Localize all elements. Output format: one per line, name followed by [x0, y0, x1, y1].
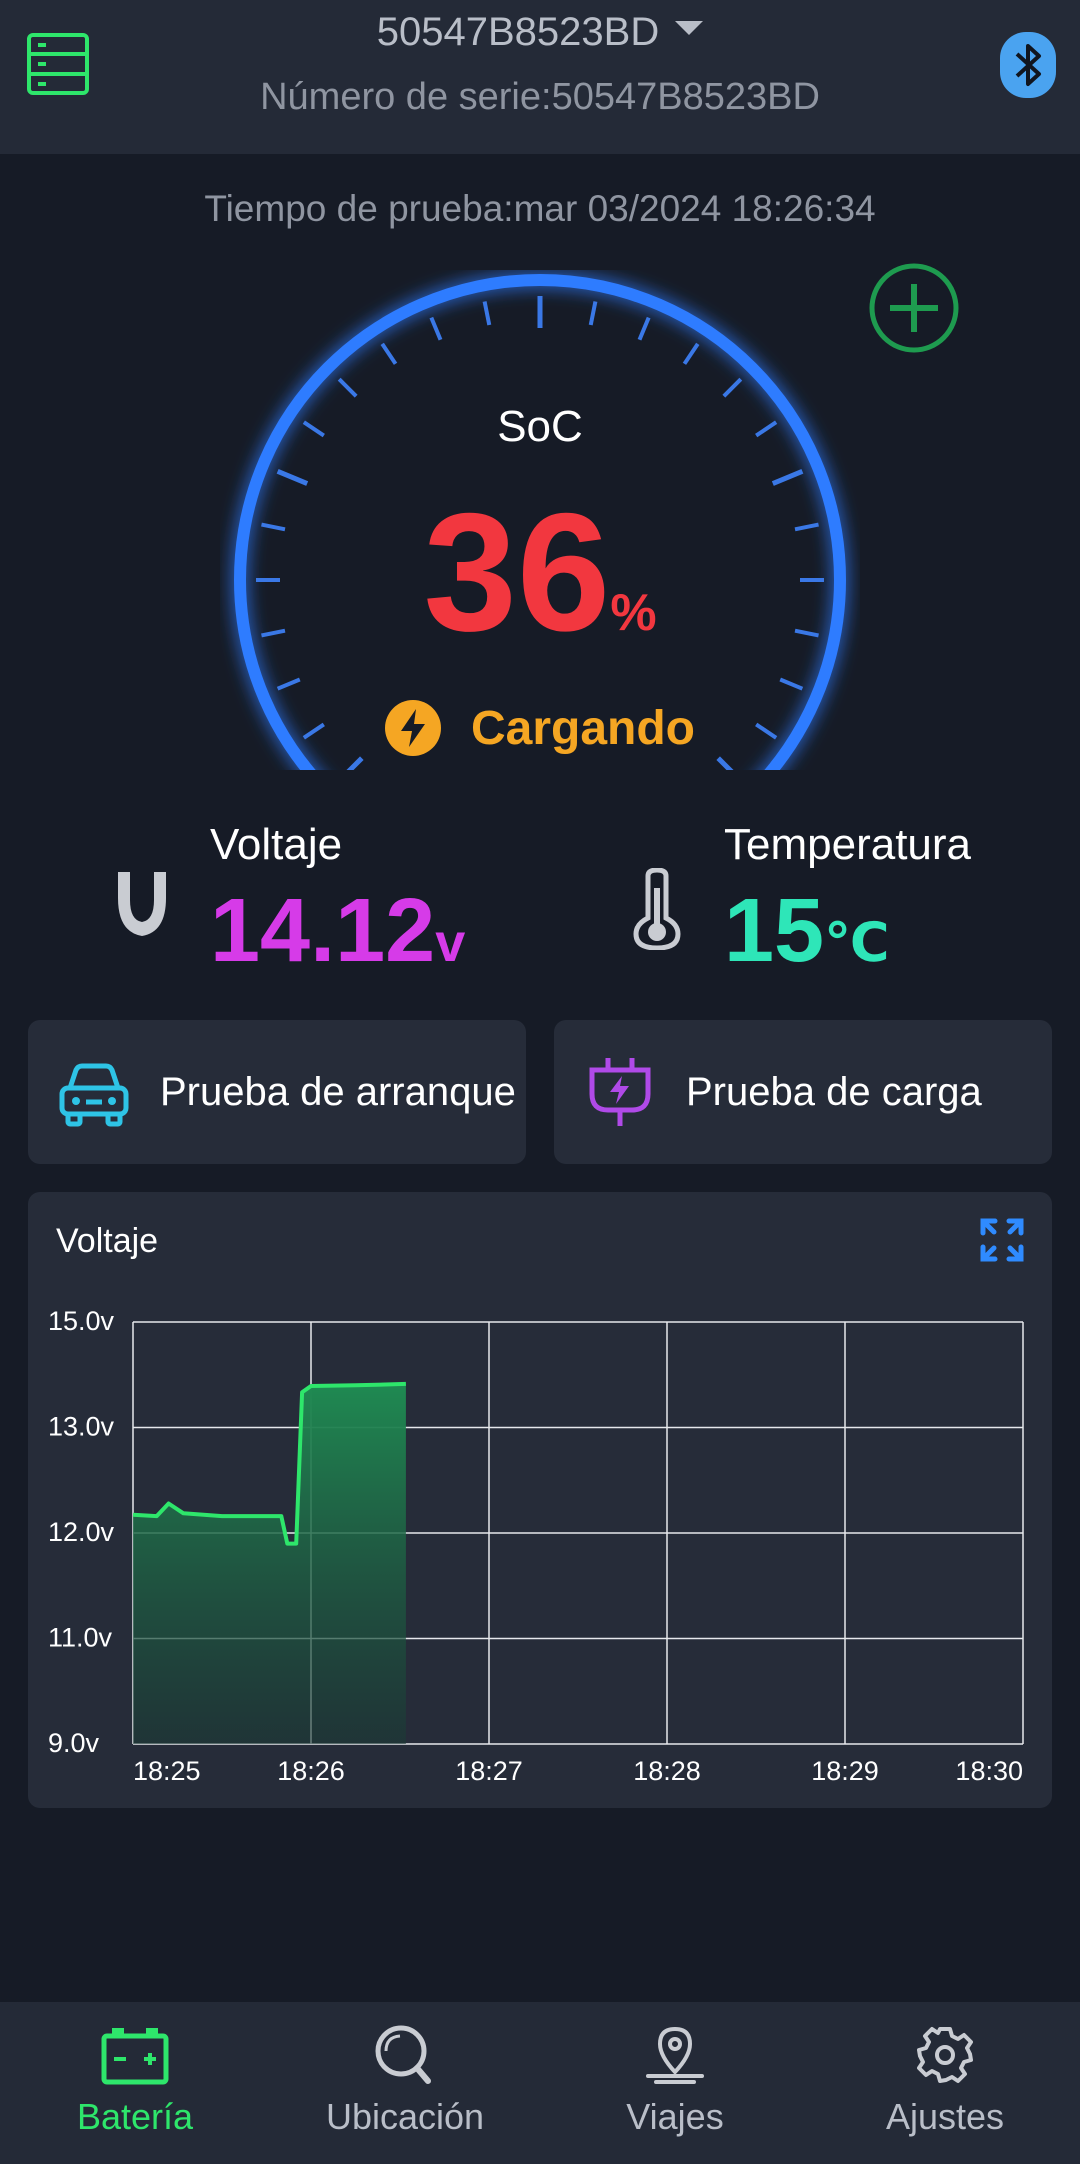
nav-location[interactable]: Ubicación — [270, 2002, 540, 2164]
gauge-tick — [482, 301, 492, 326]
voltage-metric: Voltaje 14.12v — [210, 820, 465, 983]
x-tick-label: 18:30 — [955, 1756, 1023, 1786]
chevron-down-icon — [675, 21, 704, 36]
soc-unit: % — [610, 584, 657, 642]
gauge-tick — [380, 342, 398, 365]
y-tick-label: 15.0v — [48, 1306, 115, 1336]
crank-test-label: Prueba de arranque — [160, 1069, 516, 1114]
gauge-tick — [588, 301, 598, 326]
crank-test-button[interactable]: Prueba de arranque — [28, 1020, 526, 1164]
temperature-label: Temperatura — [724, 820, 972, 869]
gauge-tick — [771, 469, 804, 486]
load-test-label: Prueba de carga — [686, 1069, 982, 1114]
car-icon — [59, 1063, 129, 1127]
soc-readout: 36% — [0, 488, 1080, 656]
voltage-icon — [118, 872, 166, 936]
app-header: 50547B8523BD Número de serie:50547B8523B… — [0, 0, 1080, 154]
gauge-tick — [429, 316, 443, 341]
nav-location-label: Ubicación — [325, 2096, 485, 2137]
load-test-button[interactable]: Prueba de carga — [554, 1020, 1052, 1164]
y-tick-label: 11.0v — [48, 1623, 113, 1653]
x-tick-label: 18:26 — [277, 1756, 345, 1786]
gauge-tick — [346, 756, 364, 770]
plug-icon — [589, 1058, 651, 1126]
nav-trips-label: Viajes — [626, 2096, 724, 2137]
voltage-value: 14.12 — [210, 881, 436, 981]
gauge-tick — [716, 756, 734, 770]
x-tick-label: 18:28 — [633, 1756, 701, 1786]
y-tick-label: 13.0v — [48, 1412, 115, 1442]
charging-status: Cargando — [0, 700, 1080, 756]
y-tick-label: 12.0v — [48, 1517, 115, 1547]
gauge-tick — [276, 469, 309, 486]
nav-settings-label: Ajustes — [885, 2096, 1005, 2137]
voltage-area — [133, 1383, 406, 1744]
temperature-unit: ℃ — [824, 913, 890, 973]
voltage-label: Voltaje — [210, 820, 343, 869]
gauge-tick — [276, 677, 301, 691]
serial-label: Número de serie: — [260, 76, 552, 118]
map-pin-icon — [646, 2026, 704, 2084]
bluetooth-icon[interactable] — [1000, 32, 1056, 98]
serial-number: Número de serie:50547B8523BD — [0, 76, 1080, 119]
x-tick-label: 18:25 — [133, 1756, 201, 1786]
gauge-tick — [722, 377, 743, 398]
y-tick-label: 9.0v — [48, 1728, 100, 1758]
nav-settings[interactable]: Ajustes — [810, 2002, 1080, 2164]
test-time: Tiempo de prueba:mar 03/2024 18:26:34 — [204, 188, 876, 229]
gauge-tick — [779, 677, 804, 691]
device-name: 50547B8523BD — [376, 10, 660, 54]
device-selector[interactable]: 50547B8523BD — [0, 10, 1080, 55]
gauge-tick — [637, 316, 651, 341]
gear-icon — [917, 2027, 973, 2083]
bottom-nav: Batería Ubicación Viajes Ajustes — [0, 2002, 1080, 2164]
plus-circle-icon[interactable] — [866, 260, 962, 356]
search-icon — [375, 2025, 431, 2084]
nav-battery[interactable]: Batería — [0, 2002, 270, 2164]
voltage-chart-card: Voltaje 15.0v 13.0v 12.0v 11.0v 9.0v 18:25 18:… — [28, 1192, 1052, 1808]
voltage-chart: 15.0v 13.0v 12.0v 11.0v 9.0v 18:25 18:26 18:27 1… — [48, 1306, 1024, 1786]
nav-battery-label: Batería — [76, 2096, 194, 2137]
serial-value: 50547B8523BD — [551, 76, 820, 118]
nav-trips[interactable]: Viajes — [540, 2002, 810, 2164]
thermometer-icon — [633, 868, 681, 950]
soc-label: SoC — [497, 402, 583, 451]
battery-icon — [101, 2028, 169, 2085]
temperature-metric: Temperatura 15℃ — [724, 820, 971, 983]
soc-value: 36 — [423, 478, 611, 666]
x-tick-label: 18:27 — [455, 1756, 523, 1786]
voltage-unit: v — [435, 913, 466, 973]
lightning-icon — [384, 700, 441, 756]
x-tick-label: 18:29 — [811, 1756, 879, 1786]
charging-text: Cargando — [470, 701, 695, 755]
gauge-tick — [337, 377, 358, 398]
gauge-tick — [682, 342, 700, 365]
temperature-value: 15 — [724, 881, 825, 981]
